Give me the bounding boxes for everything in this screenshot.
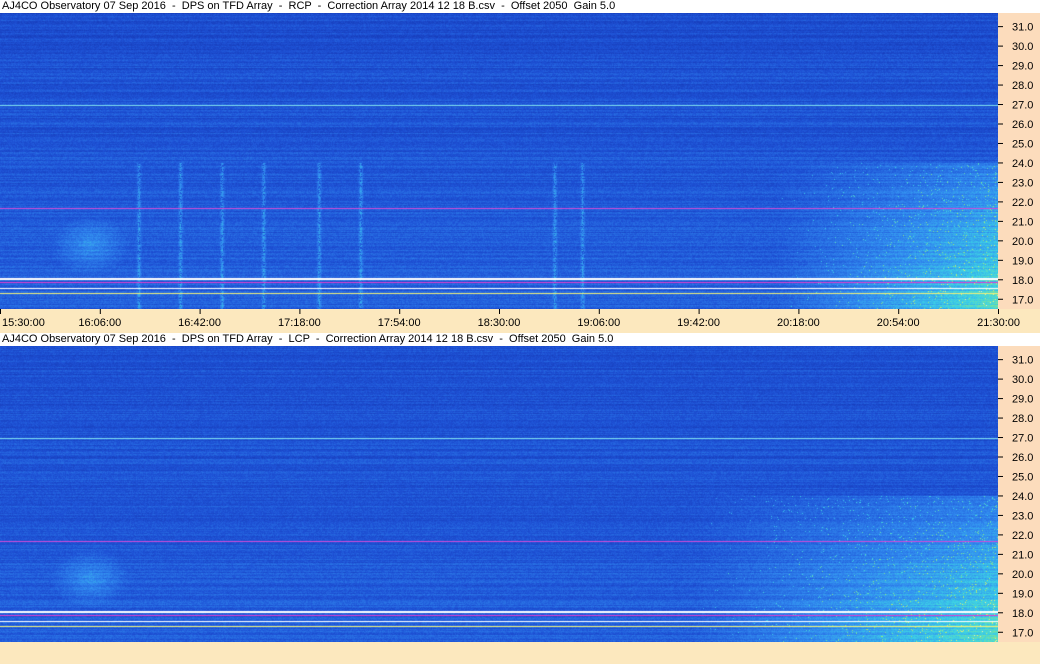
- rcp-y-tick-label: 29.0: [1012, 61, 1033, 73]
- rcp-x-tick-label: 17:18:00: [278, 317, 321, 329]
- lcp-y-tick-label: 22.0: [1012, 530, 1033, 542]
- rcp-x-tick-label: 21:30:00: [977, 317, 1020, 329]
- rcp-y-tick-label: 21.0: [1012, 216, 1033, 228]
- rcp-y-tick-label: 25.0: [1012, 138, 1033, 150]
- rcp-x-tick-label: 20:18:00: [777, 317, 820, 329]
- rcp-y-tick-label: 27.0: [1012, 100, 1033, 112]
- rcp-x-tick-label: 17:54:00: [378, 317, 421, 329]
- lcp-y-tick-label: 30.0: [1012, 374, 1033, 386]
- rcp-y-tick-label: 24.0: [1012, 158, 1033, 170]
- rcp-y-tick-label: 22.0: [1012, 197, 1033, 209]
- rcp-x-tick-label: 16:42:00: [178, 317, 221, 329]
- lcp-y-tick-label: 28.0: [1012, 413, 1033, 425]
- lcp-y-tick-label: 21.0: [1012, 549, 1033, 561]
- rcp-y-tick-label: 26.0: [1012, 119, 1033, 131]
- lcp-time-axis: [0, 642, 1040, 664]
- lcp-spectrogram-canvas: [0, 346, 998, 642]
- rcp-x-tick-label: 19:42:00: [677, 317, 720, 329]
- rcp-y-tick-label: 23.0: [1012, 177, 1033, 189]
- lcp-y-tick-label: 23.0: [1012, 510, 1033, 522]
- rcp-y-tick-label: 30.0: [1012, 41, 1033, 53]
- rcp-y-tick-label: 19.0: [1012, 255, 1033, 267]
- rcp-time-axis: 15:30:00 16:06:00 16:42:00 17:18:00 17:54:00…: [0, 309, 1040, 333]
- rcp-y-tick-label: 20.0: [1012, 236, 1033, 248]
- lcp-panel-title: AJ4CO Observatory 07 Sep 2016 - DPS on T…: [0, 333, 1040, 346]
- rcp-x-tick-label: 15:30:00: [2, 317, 45, 329]
- rcp-y-tick-label: 28.0: [1012, 80, 1033, 92]
- lcp-y-tick-label: 24.0: [1012, 491, 1033, 503]
- rcp-x-tick-label: 19:06:00: [577, 317, 620, 329]
- lcp-y-tick-label: 29.0: [1012, 394, 1033, 406]
- lcp-y-tick-label: 20.0: [1012, 569, 1033, 581]
- lcp-y-tick-label: 18.0: [1012, 608, 1033, 620]
- rcp-x-tick-label: 18:30:00: [478, 317, 521, 329]
- rcp-x-tick-label: 20:54:00: [877, 317, 920, 329]
- lcp-y-tick-label: 17.0: [1012, 627, 1033, 639]
- rcp-x-tick-label: 16:06:00: [78, 317, 121, 329]
- rcp-y-tick-label: 18.0: [1012, 275, 1033, 287]
- lcp-y-tick-label: 31.0: [1012, 355, 1033, 367]
- lcp-spectrogram: [0, 346, 998, 642]
- rcp-time-axis-svg: 15:30:00 16:06:00 16:42:00 17:18:00 17:54:00…: [0, 309, 1020, 329]
- lcp-y-tick-label: 25.0: [1012, 471, 1033, 483]
- rcp-frequency-axis-svg: 31.0 30.0 29.0 28.0 27.0 26.0 25.0 24.0 23.0 22.0…: [998, 22, 1033, 306]
- lcp-frequency-axis: 31.0 30.0 29.0 28.0 27.0 26.0 25.0 24.0 23.0 22.0…: [998, 346, 1040, 642]
- rcp-spectrogram-canvas: [0, 13, 998, 309]
- rcp-y-tick-label: 17.0: [1012, 294, 1033, 306]
- rcp-spectrogram: [0, 13, 998, 309]
- lcp-y-tick-label: 19.0: [1012, 588, 1033, 600]
- rcp-y-tick-label: 31.0: [1012, 22, 1033, 34]
- lcp-y-tick-label: 26.0: [1012, 452, 1033, 464]
- lcp-time-axis-svg: [0, 642, 1040, 664]
- rcp-panel-title: AJ4CO Observatory 07 Sep 2016 - DPS on T…: [0, 0, 1040, 13]
- rcp-frequency-axis: 31.0 30.0 29.0 28.0 27.0 26.0 25.0 24.0 23.0 22.0…: [998, 13, 1040, 309]
- lcp-frequency-axis-svg: 31.0 30.0 29.0 28.0 27.0 26.0 25.0 24.0 23.0 22.0…: [998, 355, 1033, 639]
- lcp-y-tick-label: 27.0: [1012, 433, 1033, 445]
